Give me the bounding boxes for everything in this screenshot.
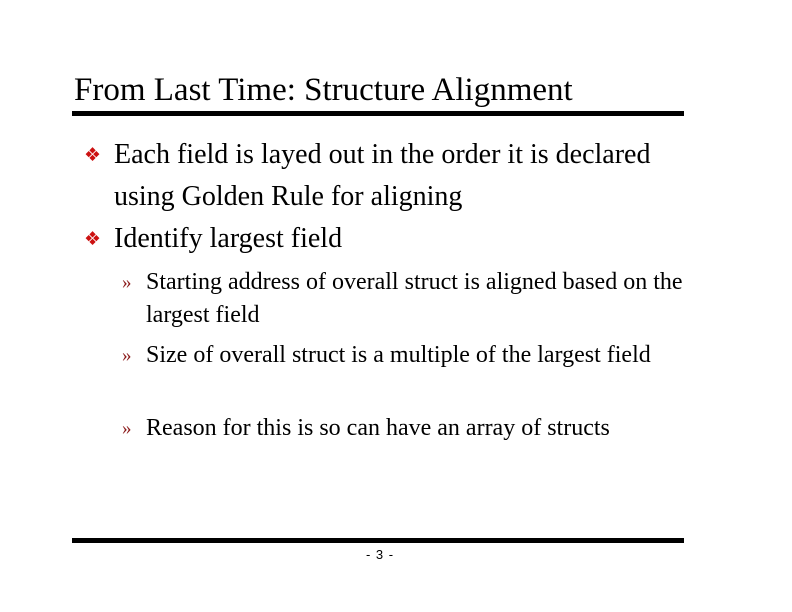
four-diamond-bullet-icon: ❖ bbox=[84, 144, 102, 166]
slide: From Last Time: Structure Alignment ❖ Ea… bbox=[0, 0, 792, 612]
footer-rule bbox=[72, 538, 684, 543]
sub-bullet-text: Reason for this is so can have an array … bbox=[146, 415, 610, 441]
title-underline-rule bbox=[72, 111, 684, 116]
double-angle-bullet-icon: » bbox=[122, 272, 132, 293]
bullet-item: ❖ Each field is layed out in the order i… bbox=[84, 134, 674, 218]
bullet-text: Identify largest field bbox=[114, 223, 343, 254]
sub-bullet-item: » Reason for this is so can have an arra… bbox=[122, 412, 686, 445]
slide-title: From Last Time: Structure Alignment bbox=[74, 72, 573, 108]
double-angle-bullet-icon: » bbox=[122, 418, 132, 439]
page-number: - 3 - bbox=[365, 547, 395, 562]
sub-bullet-item: » Size of overall struct is a multiple o… bbox=[122, 339, 686, 372]
bullet-text: Each field is layed out in the order it … bbox=[114, 139, 651, 212]
double-angle-bullet-icon: » bbox=[122, 345, 132, 366]
sub-bullet-text: Size of overall struct is a multiple of … bbox=[146, 342, 651, 368]
sub-bullet-item: » Starting address of overall struct is … bbox=[122, 266, 686, 332]
four-diamond-bullet-icon: ❖ bbox=[84, 228, 102, 250]
sub-bullet-text: Starting address of overall struct is al… bbox=[146, 269, 683, 328]
bullet-item: ❖ Identify largest field bbox=[84, 218, 674, 260]
